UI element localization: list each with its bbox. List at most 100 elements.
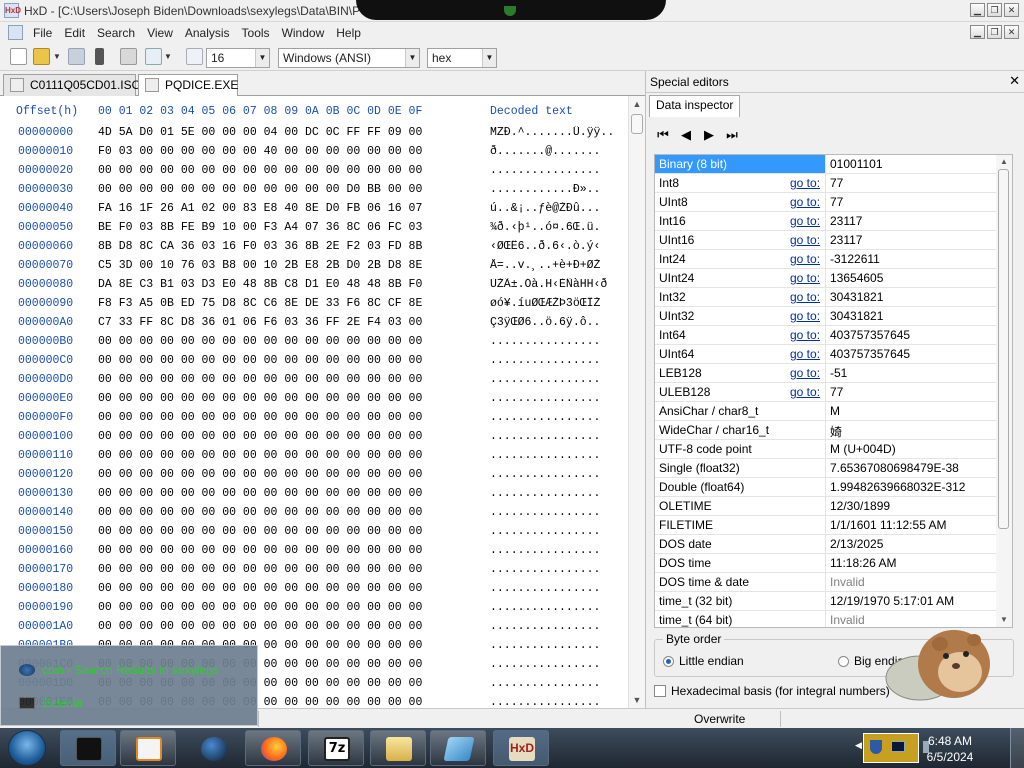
row-offset[interactable]: 00000100 [18,430,88,443]
row-hex-bytes[interactable]: 8B D8 8C CA 36 03 16 F0 03 36 8B 2E F2 0… [98,240,478,253]
inspector-value[interactable]: Invalid [830,613,865,627]
row-decoded-text[interactable]: ................ [490,392,620,405]
tab-data-inspector[interactable]: Data inspector [649,95,741,117]
hex-row[interactable]: 00000010 F0 03 00 00 00 00 00 00 40 00 00… [0,145,628,164]
row-offset[interactable]: 00000110 [18,449,88,462]
row-decoded-text[interactable]: øó¥.íuØŒÆŽÞ3öŒÏŽ [490,297,620,310]
row-offset[interactable]: 00000060 [18,240,88,253]
inspector-row[interactable]: DOS date 2/13/2025 [655,535,997,554]
inspector-value[interactable]: M [830,404,840,418]
scroll-thumb[interactable] [998,169,1009,529]
row-hex-bytes[interactable]: 00 00 00 00 00 00 00 00 00 00 00 00 00 0… [98,563,478,576]
row-offset[interactable]: 00000140 [18,506,88,519]
export-icon[interactable] [145,48,162,65]
inspector-row[interactable]: UInt8 go to: 77 [655,193,997,212]
hex-row[interactable]: 00000170 00 00 00 00 00 00 00 00 00 00 00… [0,563,628,582]
row-decoded-text[interactable]: ................ [490,620,620,633]
little-endian-radio[interactable]: Little endian [663,654,744,668]
last-icon[interactable]: ⏭ [725,127,739,143]
show-desktop-button[interactable] [1010,728,1024,768]
menu-edit[interactable]: Edit [58,26,91,40]
goto-link[interactable]: go to: [790,271,820,285]
row-decoded-text[interactable]: ................ [490,544,620,557]
row-hex-bytes[interactable]: C7 33 FF 8C D8 36 01 06 F6 03 36 FF 2E F… [98,316,478,329]
row-decoded-text[interactable]: ‹ØŒÊ6..ð.6‹.ò.ý‹ [490,240,620,253]
row-decoded-text[interactable]: Ç3ÿŒØ6..ö.6ÿ.ô.. [490,316,620,329]
minimize-button[interactable]: ▁ [970,3,985,17]
inspector-value[interactable]: 30431821 [830,309,883,323]
row-offset[interactable]: 000001A0 [18,620,88,633]
row-hex-bytes[interactable]: 00 00 00 00 00 00 00 00 00 00 00 00 00 0… [98,620,478,633]
row-hex-bytes[interactable]: C5 3D 00 10 76 03 B8 00 10 2B E8 2B D0 2… [98,259,478,272]
row-offset[interactable]: 00000040 [18,202,88,215]
scroll-up-icon[interactable]: ▲ [996,155,1012,169]
hex-row[interactable]: 00000100 00 00 00 00 00 00 00 00 00 00 00… [0,430,628,449]
hex-row[interactable]: 000001A0 00 00 00 00 00 00 00 00 00 00 00… [0,620,628,639]
row-decoded-text[interactable]: ................ [490,487,620,500]
inspector-value[interactable]: -3122611 [830,252,880,266]
hex-row[interactable]: 00000040 FA 16 1F 26 A1 02 00 83 E8 40 8E… [0,202,628,221]
inspector-row[interactable]: AnsiChar / char8_t M [655,402,997,421]
row-offset[interactable]: 000000A0 [18,316,88,329]
hex-row[interactable]: 00000080 DA 8E C3 B1 03 D3 E0 48 8B C8 D1… [0,278,628,297]
hex-row[interactable]: 00000060 8B D8 8C CA 36 03 16 F0 03 36 8B… [0,240,628,259]
inspector-value[interactable]: 2/13/2025 [830,537,883,551]
row-hex-bytes[interactable]: 00 00 00 00 00 00 00 00 00 00 00 00 00 0… [98,373,478,386]
goto-link[interactable]: go to: [790,252,820,266]
inspector-value[interactable]: M (U+004D) [830,442,896,456]
inspector-row[interactable]: ULEB128 go to: 77 [655,383,997,402]
row-decoded-text[interactable]: ................ [490,164,620,177]
row-decoded-text[interactable]: MZÐ.^.......Ü.ÿÿ.. [490,126,620,139]
inspector-value[interactable]: 7.65367080698479E-38 [830,461,959,475]
taskbar-7zip[interactable]: 7z [308,730,364,766]
hex-row[interactable]: 000000E0 00 00 00 00 00 00 00 00 00 00 00… [0,392,628,411]
row-hex-bytes[interactable]: 00 00 00 00 00 00 00 00 00 00 00 00 00 0… [98,468,478,481]
inspector-value[interactable]: -51 [830,366,847,380]
row-decoded-text[interactable]: ................ [490,373,620,386]
taskbar-firefox[interactable] [245,730,301,766]
tab-exe-file[interactable]: PQDICE.EXE [138,74,238,97]
row-offset[interactable]: 00000130 [18,487,88,500]
row-offset[interactable]: 000000B0 [18,335,88,348]
inspector-value[interactable]: 23117 [830,233,862,247]
row-offset[interactable]: 000000F0 [18,411,88,424]
chevron-down-icon[interactable]: ▼ [405,49,419,67]
inspector-row[interactable]: Binary (8 bit) 01001101 [655,155,997,174]
inspector-row[interactable]: WideChar / char16_t 婍 [655,421,997,440]
menu-window[interactable]: Window [276,26,331,40]
row-offset[interactable]: 00000120 [18,468,88,481]
inspector-row[interactable]: UTF-8 code point M (U+004D) [655,440,997,459]
inspector-row[interactable]: UInt32 go to: 30431821 [655,307,997,326]
row-decoded-text[interactable]: ................ [490,696,620,708]
row-decoded-text[interactable]: ................ [490,468,620,481]
inspector-row[interactable]: Int24 go to: -3122611 [655,250,997,269]
mdi-restore-button[interactable]: ❐ [987,25,1002,39]
row-offset[interactable]: 00000030 [18,183,88,196]
inspector-scrollbar[interactable]: ▲ ▼ [996,155,1012,627]
clock[interactable]: 6:48 AM 6/5/2024 [920,733,980,765]
goto-link[interactable]: go to: [790,309,820,323]
row-hex-bytes[interactable]: 00 00 00 00 00 00 00 00 00 00 00 00 00 0… [98,164,478,177]
row-hex-bytes[interactable]: 00 00 00 00 00 00 00 00 00 00 00 00 00 0… [98,430,478,443]
bytes-per-row-select[interactable]: 16 ▼ [206,48,270,68]
inspector-row[interactable]: Int32 go to: 30431821 [655,288,997,307]
inspector-value[interactable]: 1.99482639668032E-312 [830,480,965,494]
inspector-value[interactable]: 12/19/1970 5:17:01 AM [830,594,954,608]
row-decoded-text[interactable]: ............Ð».. [490,183,620,196]
close-file-icon[interactable] [95,48,104,65]
row-decoded-text[interactable]: ................ [490,449,620,462]
row-decoded-text[interactable]: ................ [490,506,620,519]
hex-row[interactable]: 00000130 00 00 00 00 00 00 00 00 00 00 00… [0,487,628,506]
row-decoded-text[interactable]: ú..&¡..ƒè@ŽÐû... [490,202,620,215]
row-offset[interactable]: 00000050 [18,221,88,234]
new-file-icon[interactable] [10,48,27,65]
hex-basis-checkbox[interactable]: Hexadecimal basis (for integral numbers) [654,684,890,698]
inspector-row[interactable]: DOS time 11:18:26 AM [655,554,997,573]
row-decoded-text[interactable]: ÚŽÃ±.Óà.H‹ÈÑàHH‹ð [490,278,620,291]
hex-row[interactable]: 000000A0 C7 33 FF 8C D8 36 01 06 F6 03 36… [0,316,628,335]
row-offset[interactable]: 00000010 [18,145,88,158]
mdi-minimize-button[interactable]: ▁ [970,25,985,39]
goto-link[interactable]: go to: [790,290,820,304]
goto-link[interactable]: go to: [790,385,820,399]
checkbox-icon[interactable] [654,685,666,697]
